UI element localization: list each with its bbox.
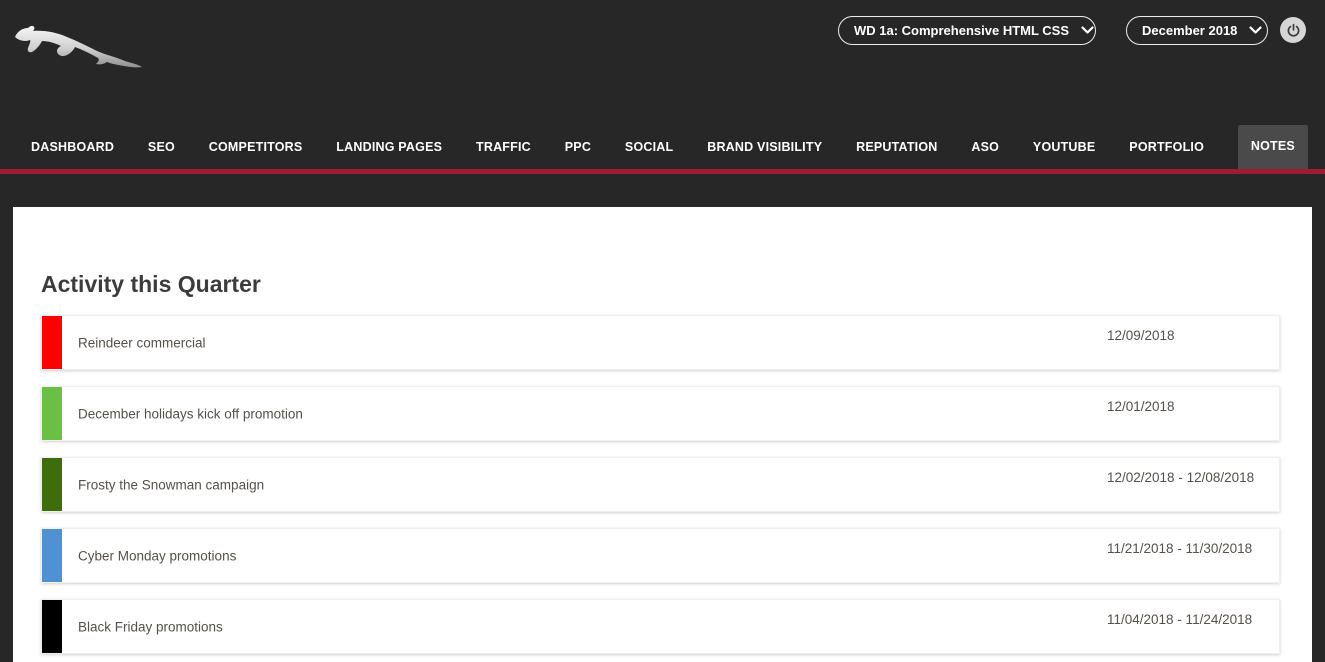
activity-date: 11/04/2018 - 11/24/2018 [1107, 612, 1252, 627]
activity-row[interactable]: Black Friday promotions 11/04/2018 - 11/… [41, 599, 1280, 654]
activity-color-bar [42, 458, 62, 511]
activity-label: Black Friday promotions [78, 619, 223, 634]
activity-label: Reindeer commercial [78, 335, 206, 350]
nav-item[interactable]: TRAFFIC [476, 125, 531, 169]
chevron-down-icon [1081, 26, 1094, 35]
activity-label: December holidays kick off promotion [78, 406, 303, 421]
chevron-down-icon [1249, 26, 1262, 35]
activity-label: Frosty the Snowman campaign [78, 477, 264, 492]
nav-item[interactable]: PORTFOLIO [1129, 125, 1204, 169]
course-dropdown[interactable]: WD 1a: Comprehensive HTML CSS [838, 16, 1096, 45]
activity-date: 12/01/2018 [1107, 399, 1175, 414]
top-header: WD 1a: Comprehensive HTML CSS December 2… [0, 0, 1325, 125]
power-button[interactable] [1280, 17, 1306, 43]
content-panel: Activity this Quarter Reindeer commercia… [13, 207, 1312, 662]
month-dropdown-value: December 2018 [1142, 23, 1237, 38]
nav-item[interactable]: LANDING PAGES [336, 125, 442, 169]
red-divider [0, 169, 1325, 174]
nav-item[interactable]: YOUTUBE [1033, 125, 1096, 169]
nav-item[interactable]: REPUTATION [856, 125, 937, 169]
nav-item[interactable]: ASO [971, 125, 999, 169]
nav-item[interactable]: SEO [148, 125, 175, 169]
nav-item[interactable]: BRAND VISIBILITY [707, 125, 822, 169]
main-nav: DASHBOARD SEO COMPETITORS LANDING PAGES … [31, 125, 1308, 169]
nav-item[interactable]: SOCIAL [625, 125, 673, 169]
course-dropdown-value: WD 1a: Comprehensive HTML CSS [854, 23, 1069, 38]
activity-color-bar [42, 387, 62, 440]
activity-list: Reindeer commercial 12/09/2018 December … [13, 315, 1312, 654]
nav-item[interactable]: COMPETITORS [209, 125, 303, 169]
activity-row[interactable]: Frosty the Snowman campaign 12/02/2018 -… [41, 457, 1280, 512]
activity-color-bar [42, 529, 62, 582]
activity-color-bar [42, 316, 62, 369]
activity-date: 11/21/2018 - 11/30/2018 [1107, 541, 1252, 556]
month-dropdown[interactable]: December 2018 [1126, 16, 1268, 45]
jaguar-leaper-logo [13, 17, 147, 73]
power-icon [1286, 23, 1301, 38]
page-title: Activity this Quarter [13, 207, 1312, 299]
activity-row[interactable]: Cyber Monday promotions 11/21/2018 - 11/… [41, 528, 1280, 583]
activity-date: 12/09/2018 [1107, 328, 1175, 343]
activity-row[interactable]: Reindeer commercial 12/09/2018 [41, 315, 1280, 370]
nav-item[interactable]: NOTES [1238, 123, 1308, 169]
activity-color-bar [42, 600, 62, 653]
nav-item[interactable]: DASHBOARD [31, 125, 114, 169]
activity-date: 12/02/2018 - 12/08/2018 [1107, 470, 1254, 485]
activity-row[interactable]: December holidays kick off promotion 12/… [41, 386, 1280, 441]
nav-item[interactable]: PPC [565, 125, 591, 169]
activity-label: Cyber Monday promotions [78, 548, 236, 563]
